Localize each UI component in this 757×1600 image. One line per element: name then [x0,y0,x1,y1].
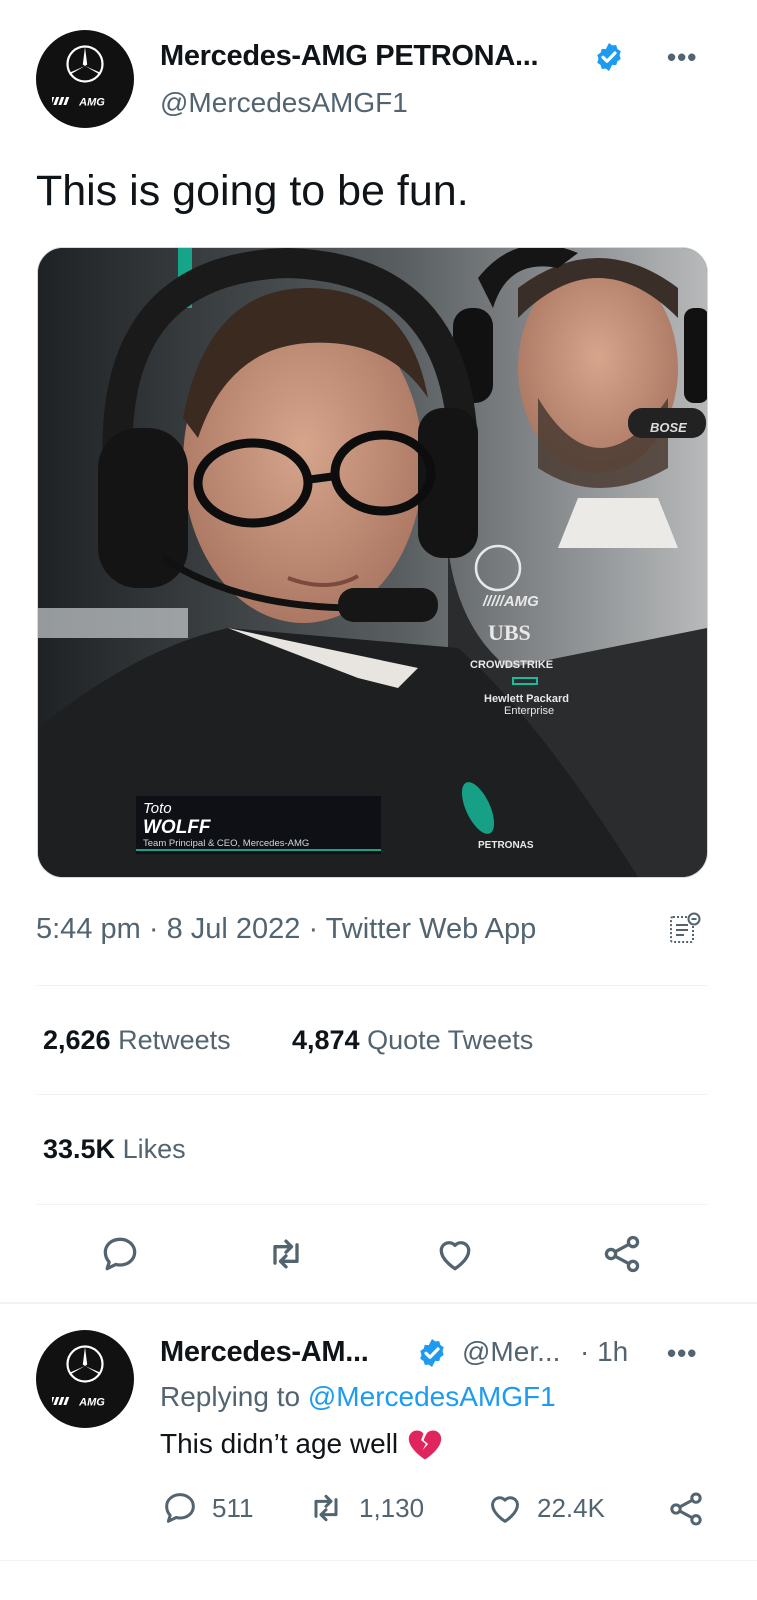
author-avatar[interactable]: AMG [36,30,134,128]
reply-retweet-action[interactable]: 1,130 [305,1488,424,1528]
like-icon[interactable] [433,1232,477,1276]
hpe-logo: Hewlett Packard [484,693,569,705]
reply-like-count: 22.4K [537,1492,605,1523]
reply-text: This didn’t age well [160,1428,399,1459]
svg-text:AMG: AMG [78,1397,105,1408]
like-icon [491,1496,519,1523]
quotes-label: Quote Tweets [367,1025,534,1055]
quote-tweets-stat[interactable]: 4,874 Quote Tweets [292,1025,533,1056]
tweet-source[interactable]: Twitter Web App [326,913,537,945]
mercedes-star-logo [66,45,104,83]
mercedes-star-logo [66,1345,104,1383]
quotes-count: 4,874 [292,1025,360,1055]
author-handle[interactable]: @MercedesAMGF1 [160,87,408,119]
verified-badge-icon [420,1339,444,1367]
replying-to-prefix: Replying to [160,1381,301,1412]
retweet-icon [314,1494,338,1522]
retweets-stat[interactable]: 2,626 Retweets [43,1025,231,1056]
hpe-logo-line-2: Enterprise [504,705,554,717]
retweets-count: 2,626 [43,1025,111,1055]
tweet-text: This is going to be fun. [36,167,469,215]
amg-logo: AMG [52,97,105,108]
likes-stat[interactable]: 33.5K Likes [43,1134,186,1165]
reply-author-handle[interactable]: @Mer... [462,1336,560,1368]
reply-share-icon[interactable] [666,1489,706,1529]
crowdstrike-logo: CROWDSTRIKE [470,659,553,671]
reply-retweet-count: 1,130 [359,1492,425,1523]
tweet-photo[interactable]: /////AMG UBS CROWDSTRIKE Hewlett Packard… [37,247,708,878]
retweets-label: Retweets [118,1025,231,1055]
reply-more-options-button[interactable]: ••• [667,1338,697,1369]
petronas-logo: PETRONAS [478,840,534,851]
verified-badge-icon [597,43,621,71]
svg-text:AMG: AMG [78,97,105,108]
likes-label: Likes [122,1134,186,1164]
bose-logo: BOSE [650,420,687,435]
tweet-date[interactable]: 8 Jul 2022 [167,913,301,945]
reply-reply-action[interactable]: 511 [160,1488,253,1528]
reply-author-name[interactable]: Mercedes-AM... [160,1336,369,1369]
replying-to: Replying to @MercedesAMGF1 [160,1381,556,1413]
reply-like-action[interactable]: 22.4K [485,1488,605,1528]
likes-count: 33.5K [43,1134,116,1164]
reply-time[interactable]: · 1h [580,1336,628,1368]
ubs-logo: UBS [488,620,531,645]
divider [37,1094,707,1095]
reply-text-line: This didn’t age well [160,1427,444,1461]
replying-to-handle[interactable]: @MercedesAMGF1 [308,1381,556,1412]
reply-icon [165,1493,195,1523]
tweet-time[interactable]: 5:44 pm [36,913,141,945]
caption-role: Team Principal & CEO, Mercedes-AMG [143,838,309,849]
reply-author-avatar[interactable]: AMG [36,1330,134,1428]
photo-illustration: /////AMG UBS CROWDSTRIKE Hewlett Packard… [38,248,707,877]
bottom-divider [0,1560,757,1561]
caption-last-name: WOLFF [143,817,212,838]
amg-logo: AMG [52,1397,105,1408]
divider [37,1204,707,1205]
tweet-metadata: 5:44 pm · 8 Jul 2022 · Twitter Web App [36,913,537,945]
reply-icon[interactable] [98,1232,142,1276]
section-divider [0,1302,757,1304]
more-options-button[interactable]: ••• [667,42,697,73]
broken-heart-emoji [408,1430,442,1460]
author-name[interactable]: Mercedes-AMG PETRONA... [160,40,539,73]
analytics-icon[interactable] [668,912,702,946]
caption-first-name: Toto [143,800,172,817]
reply-count: 511 [212,1492,254,1523]
share-icon[interactable] [600,1232,644,1276]
divider [37,985,707,986]
retweet-icon[interactable] [264,1232,308,1276]
svg-text://///AMG: /////AMG [482,593,539,610]
